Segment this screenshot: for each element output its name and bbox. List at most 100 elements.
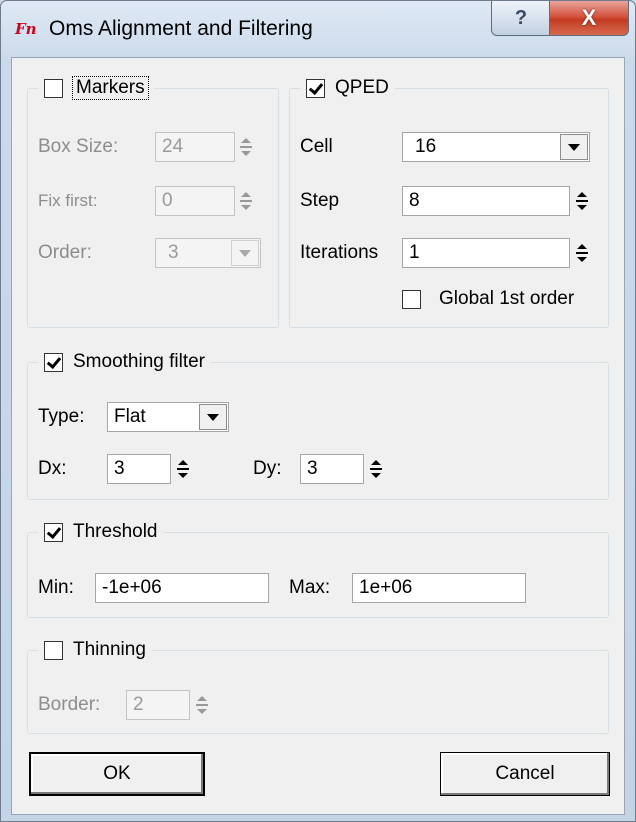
dx-spinner[interactable] [174, 456, 191, 482]
smoothing-checkbox[interactable] [44, 352, 63, 372]
min-value: -1e+06 [102, 577, 162, 598]
spin-down-icon [196, 709, 207, 714]
min-label: Min: [38, 577, 74, 598]
iterations-value: 1 [409, 242, 420, 263]
chevron-down-icon [207, 413, 219, 421]
type-label: Type: [38, 406, 85, 427]
close-icon: X [581, 5, 597, 30]
markers-group: Markers Box Size: 24 Fix first: 0 Order: [27, 74, 279, 328]
border-spinner[interactable] [193, 692, 210, 718]
spin-divider [369, 468, 382, 470]
global-first-order-label: Global 1st order [439, 288, 575, 309]
dy-value: 3 [307, 458, 318, 479]
spin-up-icon [576, 192, 587, 197]
spin-divider [176, 468, 189, 470]
qped-legend[interactable]: QPED [300, 74, 395, 102]
spin-divider [575, 200, 588, 202]
step-input[interactable]: 8 [402, 186, 570, 216]
close-button[interactable]: X [549, 1, 629, 36]
iterations-input[interactable]: 1 [402, 238, 570, 268]
spin-up-icon [240, 192, 251, 197]
box-size-label: Box Size: [38, 136, 119, 157]
order-value: 3 [168, 242, 179, 263]
threshold-legend[interactable]: Threshold [38, 518, 164, 546]
dy-label: Dy: [253, 458, 282, 479]
box-size-value: 24 [162, 136, 184, 157]
iterations-label: Iterations [300, 242, 379, 263]
order-dropdown-button[interactable] [231, 240, 259, 266]
chevron-down-icon [568, 143, 580, 151]
thinning-label: Thinning [73, 639, 146, 660]
spin-divider [195, 704, 208, 706]
title-bar[interactable]: Fn Oms Alignment and Filtering ? X [1, 1, 635, 57]
app-icon: Fn [15, 20, 37, 38]
box-size-spinner[interactable] [237, 134, 254, 160]
markers-checkbox[interactable] [44, 78, 63, 98]
max-input[interactable]: 1e+06 [352, 573, 526, 603]
threshold-checkbox[interactable] [44, 522, 63, 542]
max-label: Max: [289, 577, 331, 598]
spin-up-icon [196, 696, 207, 701]
max-value: 1e+06 [359, 577, 413, 598]
step-spinner[interactable] [573, 188, 590, 214]
fix-first-value: 0 [162, 190, 173, 211]
ok-button[interactable]: OK [29, 752, 205, 796]
markers-legend[interactable]: Markers [38, 74, 154, 102]
spin-up-icon [240, 138, 251, 143]
dx-label: Dx: [38, 458, 67, 479]
spin-down-icon [576, 205, 587, 210]
qped-group: QPED Cell 16 Step 8 Iterations 1 Global … [289, 74, 609, 328]
thinning-legend[interactable]: Thinning [38, 636, 152, 664]
cell-label: Cell [300, 136, 333, 157]
smoothing-legend[interactable]: Smoothing filter [38, 348, 212, 376]
order-label: Order: [38, 242, 92, 263]
border-label: Border: [38, 694, 101, 715]
markers-label: Markers [72, 76, 149, 100]
spin-divider [239, 200, 252, 202]
border-input[interactable]: 2 [126, 690, 190, 720]
cell-dropdown-button[interactable] [560, 134, 588, 160]
cancel-button[interactable]: Cancel [440, 752, 610, 796]
iterations-spinner[interactable] [573, 240, 590, 266]
help-icon: ? [514, 6, 528, 29]
global-first-order-checkbox[interactable] [402, 289, 421, 309]
qped-checkbox[interactable] [306, 78, 325, 98]
threshold-group: Threshold Min: -1e+06 Max: 1e+06 [27, 518, 609, 618]
chevron-down-icon [239, 249, 251, 257]
dy-input[interactable]: 3 [300, 454, 364, 484]
type-dropdown-button[interactable] [199, 404, 227, 430]
cell-value: 16 [415, 136, 437, 157]
dx-input[interactable]: 3 [107, 454, 171, 484]
spin-divider [575, 252, 588, 254]
smoothing-label: Smoothing filter [73, 351, 206, 372]
smoothing-group: Smoothing filter Type: Flat Dx: 3 Dy: 3 [27, 348, 609, 500]
box-size-input[interactable]: 24 [155, 132, 235, 162]
spin-up-icon [576, 244, 587, 249]
window-title: Oms Alignment and Filtering [49, 17, 313, 40]
fix-first-input[interactable]: 0 [155, 186, 235, 216]
thinning-checkbox[interactable] [44, 640, 63, 660]
spin-down-icon [177, 473, 188, 478]
help-button[interactable]: ? [491, 1, 551, 36]
fix-first-spinner[interactable] [237, 188, 254, 214]
dx-value: 3 [114, 458, 125, 479]
thinning-group: Thinning Border: 2 [27, 636, 609, 734]
qped-label: QPED [335, 77, 389, 98]
spin-up-icon [177, 460, 188, 465]
spin-down-icon [240, 151, 251, 156]
min-input[interactable]: -1e+06 [95, 573, 269, 603]
dialog-window: Fn Oms Alignment and Filtering ? X Marke… [0, 0, 636, 822]
dialog-client-area: Markers Box Size: 24 Fix first: 0 Order: [11, 57, 625, 815]
fix-first-label: Fix first: [38, 191, 98, 210]
spin-down-icon [576, 257, 587, 262]
step-value: 8 [409, 190, 420, 211]
spin-up-icon [370, 460, 381, 465]
threshold-label: Threshold [73, 521, 158, 542]
spin-down-icon [370, 473, 381, 478]
step-label: Step [300, 190, 340, 211]
spin-divider [239, 146, 252, 148]
global-first-order-option[interactable]: Global 1st order [402, 288, 574, 310]
type-value: Flat [114, 406, 146, 427]
spin-down-icon [240, 205, 251, 210]
dy-spinner[interactable] [367, 456, 384, 482]
